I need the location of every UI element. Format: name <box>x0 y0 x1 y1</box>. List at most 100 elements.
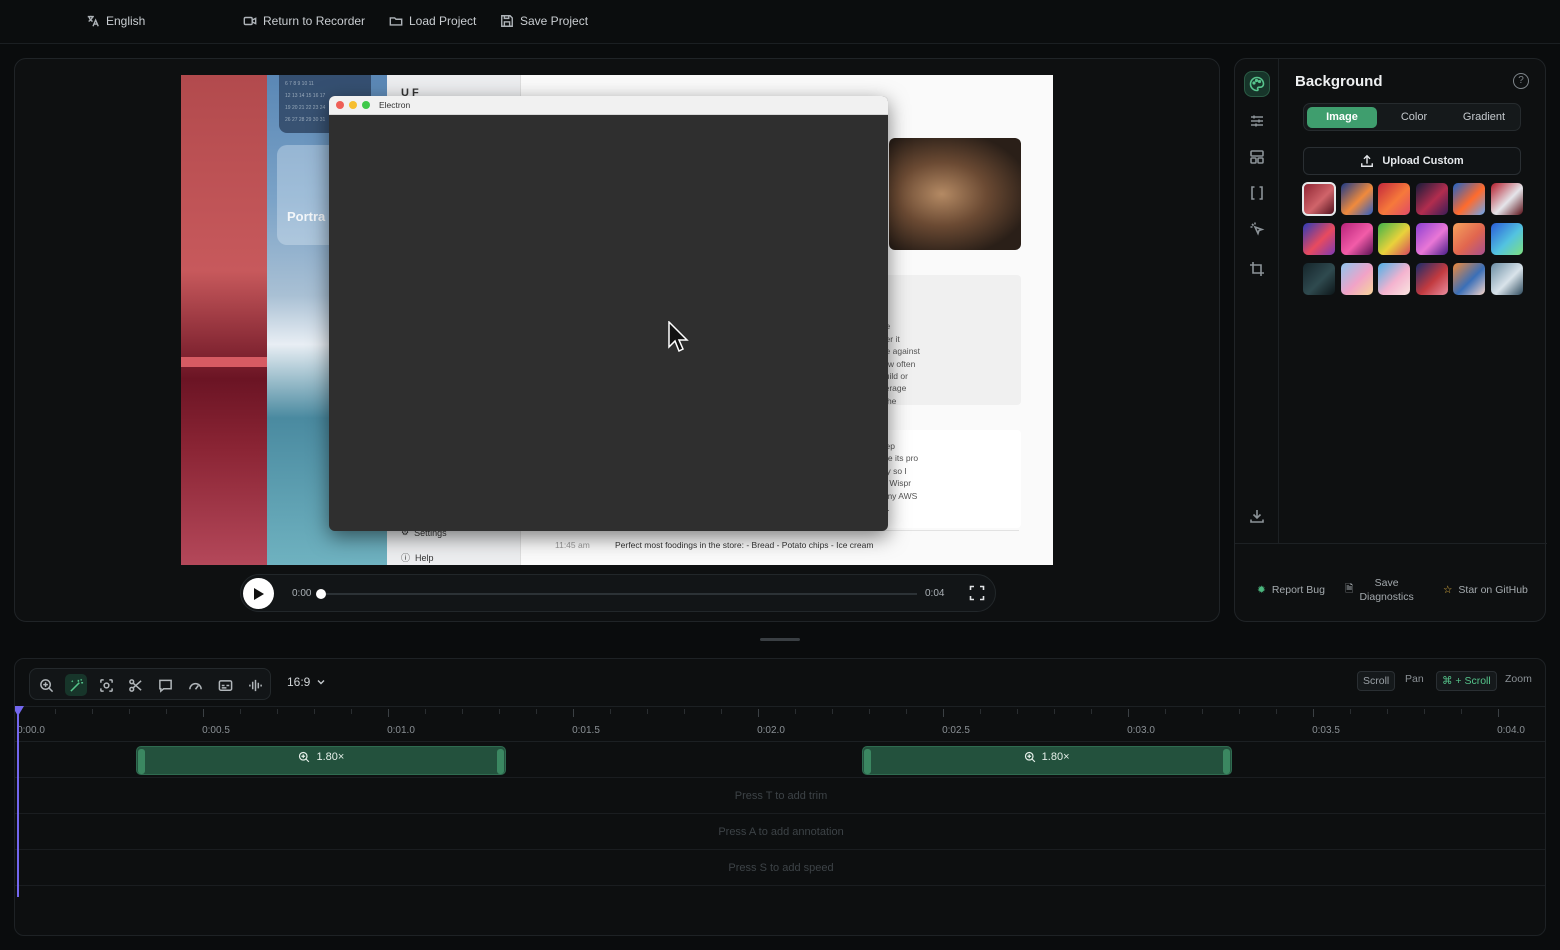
settings-panel: Background ? Image Color Gradient Upload… <box>1234 58 1547 622</box>
wallpaper-violet-sunset[interactable] <box>1303 223 1335 255</box>
ruler-tick <box>388 709 389 717</box>
zoom-tool-button[interactable] <box>35 674 57 696</box>
help-icon[interactable]: ? <box>1513 73 1529 89</box>
rail-cursor-button[interactable] <box>1244 216 1270 242</box>
aspect-ratio-select[interactable]: 16:9 <box>287 675 326 689</box>
upload-icon <box>1361 154 1374 167</box>
speed-tool-button[interactable] <box>184 674 206 696</box>
electron-window: Electron <box>329 96 888 531</box>
ruler-tick <box>610 709 611 714</box>
cursor-click-icon <box>1250 222 1265 236</box>
ruler-tick <box>499 709 500 714</box>
upload-custom-button[interactable]: Upload Custom <box>1303 147 1521 175</box>
comment-icon <box>158 679 172 693</box>
scroll-key-hint: Scroll <box>1357 671 1396 691</box>
time-ruler[interactable]: 0:00.0 0:00.5 0:01.0 0:01.5 0:02.0 0:02.5 0:03… <box>15 706 1545 742</box>
wallpaper-red-blue-arc[interactable] <box>1415 263 1448 295</box>
zoom-clip-label: 1.80× <box>316 751 345 763</box>
star-icon: ☆ <box>1443 584 1453 596</box>
wallpaper-pastel-blue-pink[interactable] <box>1378 263 1410 295</box>
tab-image[interactable]: Image <box>1307 107 1377 128</box>
zoom-clip[interactable]: 1.80× <box>136 746 507 775</box>
wallpaper-blue-green-gradient[interactable] <box>1490 223 1523 255</box>
ruler-tick <box>240 709 241 714</box>
playback-scrubber[interactable] <box>321 593 917 595</box>
save-project-button[interactable]: Save Project <box>500 14 588 28</box>
speed-track[interactable]: Press S to add speed <box>15 850 1545 886</box>
star-github-button[interactable]: ☆ Star on GitHub <box>1443 584 1528 596</box>
clip-end-handle[interactable] <box>1222 749 1230 774</box>
diagnostics-label-1: Save <box>1374 577 1399 589</box>
wallpaper-pastel-rainbow[interactable] <box>1340 263 1373 295</box>
magic-wand-icon <box>69 678 83 692</box>
wallpaper-orange-blue-curve[interactable] <box>1453 183 1485 215</box>
report-bug-button[interactable]: ✹ Report Bug <box>1257 584 1325 596</box>
trim-tool-button[interactable] <box>124 674 146 696</box>
photo-thumbnail <box>889 138 1021 250</box>
tab-gradient[interactable]: Gradient <box>1449 107 1519 128</box>
folder-icon <box>389 17 403 26</box>
clip-start-handle[interactable] <box>138 749 146 774</box>
clip-start-handle[interactable] <box>863 749 871 774</box>
playhead[interactable] <box>17 707 19 897</box>
rail-export-button[interactable] <box>1244 503 1270 529</box>
ruler-label: 0:02.0 <box>757 725 785 736</box>
rail-layout-button[interactable] <box>1244 144 1270 170</box>
wallpaper-dark-mountain[interactable] <box>1303 263 1335 295</box>
scrubber-knob[interactable] <box>316 589 326 599</box>
wallpaper-red-orange-waves[interactable] <box>1378 183 1410 215</box>
clip-end-handle[interactable] <box>497 749 505 774</box>
tab-color[interactable]: Color <box>1379 107 1449 128</box>
rail-adjust-button[interactable] <box>1244 108 1270 134</box>
wallpaper-purple-peaks[interactable] <box>1415 223 1448 255</box>
language-button[interactable]: English <box>86 14 145 28</box>
focus-tool-button[interactable] <box>95 674 117 696</box>
rail-crop-button[interactable] <box>1244 256 1270 282</box>
ruler-tick <box>1387 709 1388 714</box>
background-wallpaper <box>181 75 267 565</box>
return-to-recorder-button[interactable]: Return to Recorder <box>243 14 365 28</box>
captions-tool-button[interactable] <box>214 674 236 696</box>
app-help-item: ⓘ Help <box>401 551 434 564</box>
portrait-label: Portra <box>287 209 326 224</box>
fullscreen-icon[interactable] <box>969 585 985 601</box>
wallpaper-dark-purple-ridge[interactable] <box>1415 183 1448 215</box>
bug-icon: ✹ <box>1257 584 1266 596</box>
rail-background-button[interactable] <box>1244 71 1270 97</box>
save-label: Save Project <box>520 14 589 28</box>
ruler-tick <box>721 709 722 714</box>
wallpaper-red-silver-fold[interactable] <box>1490 183 1523 215</box>
zoom-clip[interactable]: 1.80× <box>861 746 1232 775</box>
pan-hint: Pan <box>1405 673 1424 685</box>
load-project-button[interactable]: Load Project <box>389 14 476 28</box>
playback-bar: 0:00 0:04 <box>240 574 996 612</box>
electron-title: Electron <box>379 100 411 110</box>
audio-tool-button[interactable] <box>244 674 266 696</box>
save-diagnostics-button[interactable]: 🗎 Save Diagnostics <box>1345 576 1414 604</box>
annotation-track[interactable]: Press A to add annotation <box>15 814 1545 850</box>
play-button[interactable] <box>243 578 274 609</box>
wallpaper-peach-gradient[interactable] <box>1453 223 1485 255</box>
auto-zoom-button[interactable] <box>65 674 87 696</box>
video-preview-canvas[interactable]: 6 7 8 9 10 11 12 13 14 15 16 17 19 20 21… <box>181 75 1053 565</box>
annotation-tool-button[interactable] <box>154 674 176 696</box>
resize-handle[interactable] <box>760 638 800 641</box>
ruler-tick <box>1239 709 1240 714</box>
wallpaper-crimson-dunes[interactable] <box>1302 182 1336 216</box>
settings-rail <box>1235 59 1279 543</box>
ruler-tick <box>277 709 278 714</box>
trim-track[interactable]: Press T to add trim <box>15 778 1545 814</box>
zoom-track[interactable]: 1.80× 1.80× <box>15 742 1545 778</box>
trim-placeholder: Press T to add trim <box>734 790 828 802</box>
wallpaper-colorful-stripes[interactable] <box>1453 263 1485 295</box>
wallpaper-coastal-photo[interactable] <box>1490 263 1523 295</box>
wallpaper-magenta-swirl[interactable] <box>1340 223 1373 255</box>
file-icon: 🗎 <box>1345 583 1354 595</box>
save-icon <box>501 15 513 27</box>
rail-padding-button[interactable] <box>1244 180 1270 206</box>
ruler-label: 0:01.5 <box>572 725 600 736</box>
wallpaper-blue-orange-waves[interactable] <box>1340 183 1373 215</box>
wallpaper-rainbow-hills[interactable] <box>1378 223 1410 255</box>
ruler-label: 0:00.5 <box>202 725 230 736</box>
ruler-label: 0:04.0 <box>1497 725 1525 736</box>
